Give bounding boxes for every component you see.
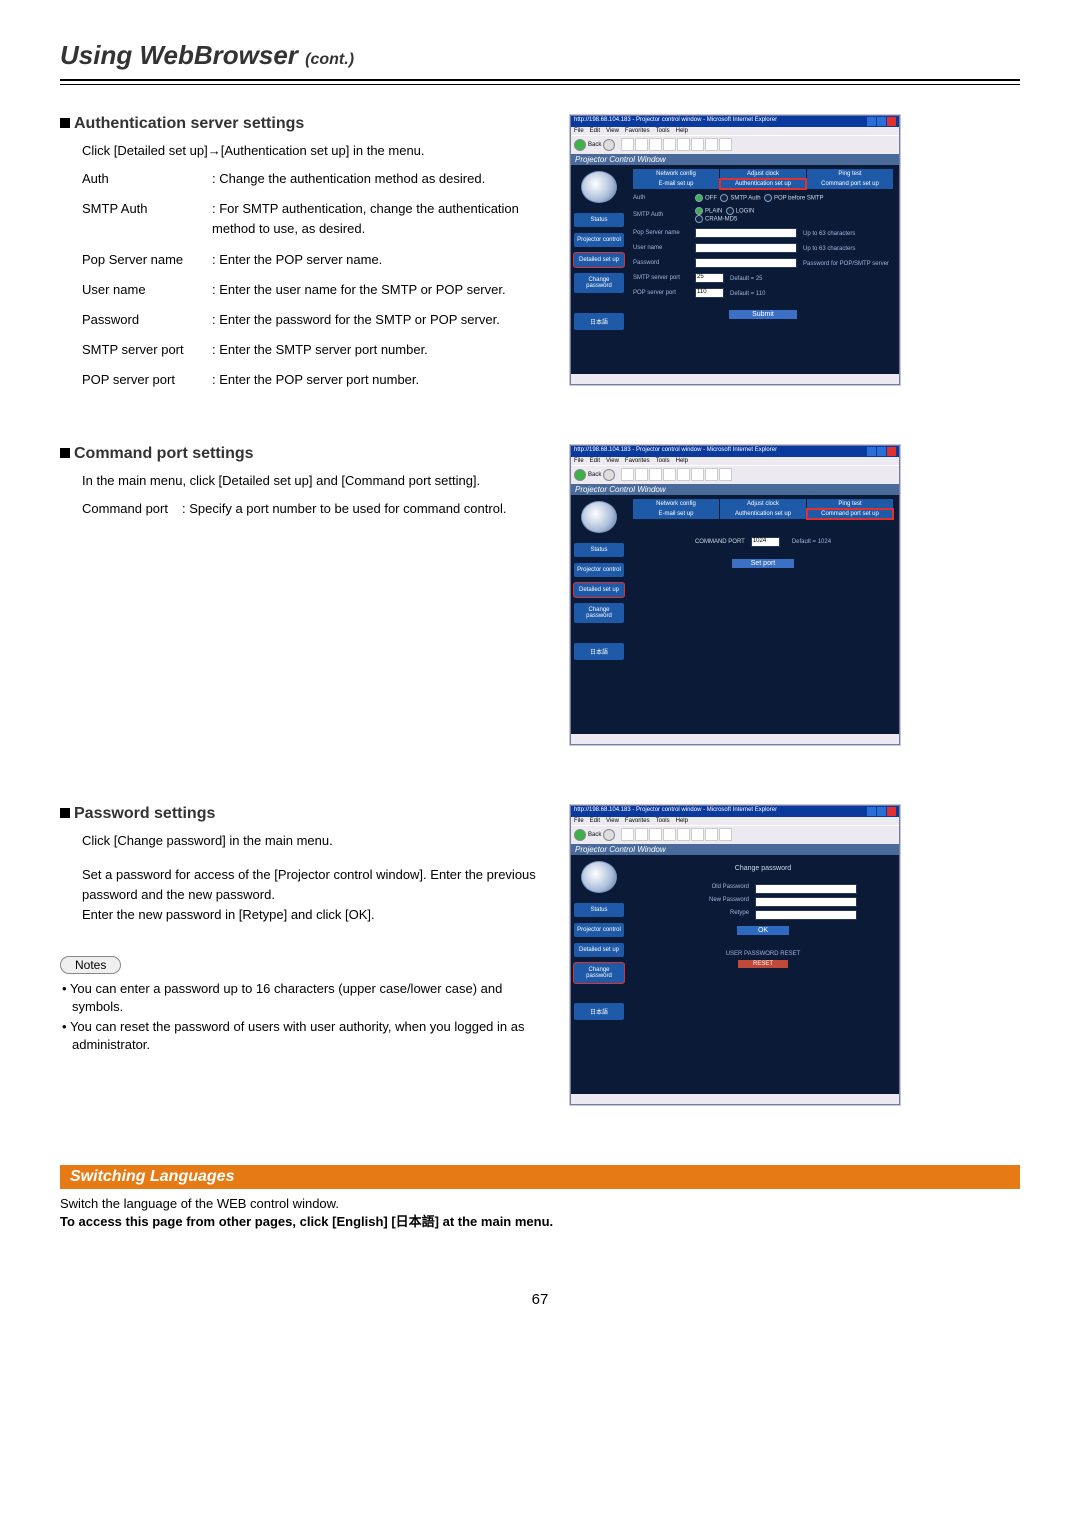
- tab-ping[interactable]: Ping test: [807, 499, 893, 509]
- window-controls[interactable]: [866, 117, 896, 126]
- minimize-icon: [867, 117, 876, 126]
- reset-button[interactable]: RESET: [738, 960, 788, 968]
- sidebar-projector[interactable]: Projector control: [574, 563, 624, 577]
- tab-cmd[interactable]: Command port set up: [807, 179, 893, 189]
- forward-icon[interactable]: [603, 469, 615, 481]
- tab-auth[interactable]: Authentication set up: [720, 509, 806, 519]
- sidebar-change-pw[interactable]: Change password: [574, 273, 624, 293]
- sidebar-change-pw[interactable]: Change password: [574, 603, 624, 623]
- label-smtp-port: SMTP server port: [82, 340, 212, 360]
- change-pw-title: Change password: [633, 859, 893, 884]
- label-command-port: Command port: [82, 499, 182, 519]
- mail-icon: [705, 138, 718, 151]
- history-icon: [691, 138, 704, 151]
- tab-adjust-clock[interactable]: Adjust clock: [720, 499, 806, 509]
- sidebar-projector[interactable]: Projector control: [574, 923, 624, 937]
- set-port-button[interactable]: Set port: [732, 559, 794, 568]
- tab-email[interactable]: E-mail set up: [633, 179, 719, 189]
- tab-ping[interactable]: Ping test: [807, 169, 893, 179]
- home-icon: [649, 138, 662, 151]
- page-number: 67: [60, 1291, 1020, 1308]
- notes-label: Notes: [60, 956, 121, 974]
- label-pop-port: POP server port: [82, 370, 212, 390]
- forward-icon[interactable]: [603, 829, 615, 841]
- pop-server-input[interactable]: [695, 228, 797, 238]
- sidebar-detailed[interactable]: Detailed set up: [574, 253, 624, 267]
- label-password: Password: [82, 310, 212, 330]
- pw-p2: Set a password for access of the [Projec…: [82, 865, 550, 905]
- auth-heading: Authentication server settings: [60, 115, 550, 133]
- label-smtp-auth: SMTP Auth: [82, 199, 212, 239]
- tab-adjust-clock[interactable]: Adjust clock: [720, 169, 806, 179]
- user-name-input[interactable]: [695, 243, 797, 253]
- note-1: You can enter a password up to 16 charac…: [60, 980, 550, 1016]
- sidebar-status[interactable]: Status: [574, 543, 624, 557]
- stop-icon: [621, 138, 634, 151]
- new-pw-input[interactable]: [755, 897, 857, 907]
- label-user-name: User name: [82, 280, 212, 300]
- cmd-port-input[interactable]: 1024: [751, 537, 780, 547]
- divider: [60, 79, 1020, 85]
- switching-lang-p1: Switch the language of the WEB control w…: [60, 1195, 1020, 1213]
- back-icon[interactable]: [574, 829, 586, 841]
- tab-auth[interactable]: Authentication set up: [720, 179, 806, 189]
- search-icon: [663, 138, 676, 151]
- password-input[interactable]: [695, 258, 797, 268]
- print-icon: [719, 138, 732, 151]
- old-pw-input[interactable]: [755, 884, 857, 894]
- pcw-title: Projector Control Window: [571, 844, 899, 855]
- sidebar-status[interactable]: Status: [574, 903, 624, 917]
- sidebar-projector[interactable]: Projector control: [574, 233, 624, 247]
- forward-icon[interactable]: [603, 139, 615, 151]
- logo-icon: [581, 861, 617, 893]
- pcw-title: Projector Control Window: [571, 484, 899, 495]
- back-icon[interactable]: [574, 469, 586, 481]
- tab-network[interactable]: Network config: [633, 169, 719, 179]
- sidebar-lang[interactable]: 日本語: [574, 313, 624, 330]
- pw-heading: Password settings: [60, 805, 550, 823]
- window-controls[interactable]: [866, 807, 896, 816]
- sidebar-detailed[interactable]: Detailed set up: [574, 943, 624, 957]
- page-title: Using WebBrowser (cont.): [60, 40, 1020, 71]
- submit-button[interactable]: Submit: [729, 310, 797, 319]
- label-auth: Auth: [82, 169, 212, 189]
- sidebar-status[interactable]: Status: [574, 213, 624, 227]
- pw-p1: Click [Change password] in the main menu…: [82, 831, 550, 851]
- logo-icon: [581, 171, 617, 203]
- cmd-heading: Command port settings: [60, 445, 550, 463]
- switching-lang-bar: Switching Languages: [60, 1165, 1020, 1189]
- maximize-icon: [877, 117, 886, 126]
- tab-network[interactable]: Network config: [633, 499, 719, 509]
- auth-intro: Click [Detailed set up]→[Authentication …: [82, 141, 550, 161]
- logo-icon: [581, 501, 617, 533]
- smtp-port-input[interactable]: 25: [695, 273, 724, 283]
- tab-email[interactable]: E-mail set up: [633, 509, 719, 519]
- label-pop-server: Pop Server name: [82, 250, 212, 270]
- pop-port-input[interactable]: 110: [695, 288, 724, 298]
- sidebar-lang[interactable]: 日本語: [574, 643, 624, 660]
- switching-lang-p2: To access this page from other pages, cl…: [60, 1213, 1020, 1231]
- ok-button[interactable]: OK: [737, 926, 789, 935]
- pcw-title: Projector Control Window: [571, 154, 899, 165]
- cmd-intro: In the main menu, click [Detailed set up…: [82, 471, 550, 491]
- note-2: You can reset the password of users with…: [60, 1018, 550, 1054]
- screenshot-cmd: http://198.68.104.183 - Projector contro…: [570, 445, 900, 745]
- window-controls[interactable]: [866, 447, 896, 456]
- back-icon[interactable]: [574, 139, 586, 151]
- tab-cmd[interactable]: Command port set up: [807, 509, 893, 519]
- favorites-icon: [677, 138, 690, 151]
- user-pw-reset-title: USER PASSWORD RESET: [633, 951, 893, 957]
- retype-pw-input[interactable]: [755, 910, 857, 920]
- sidebar-detailed[interactable]: Detailed set up: [574, 583, 624, 597]
- screenshot-auth: http://198.68.104.183 - Projector contro…: [570, 115, 900, 385]
- sidebar-lang[interactable]: 日本語: [574, 1003, 624, 1020]
- close-icon: [887, 117, 896, 126]
- refresh-icon: [635, 138, 648, 151]
- pw-p3: Enter the new password in [Retype] and c…: [82, 905, 550, 925]
- sidebar-change-pw[interactable]: Change password: [574, 963, 624, 983]
- screenshot-pw: http://198.68.104.183 - Projector contro…: [570, 805, 900, 1105]
